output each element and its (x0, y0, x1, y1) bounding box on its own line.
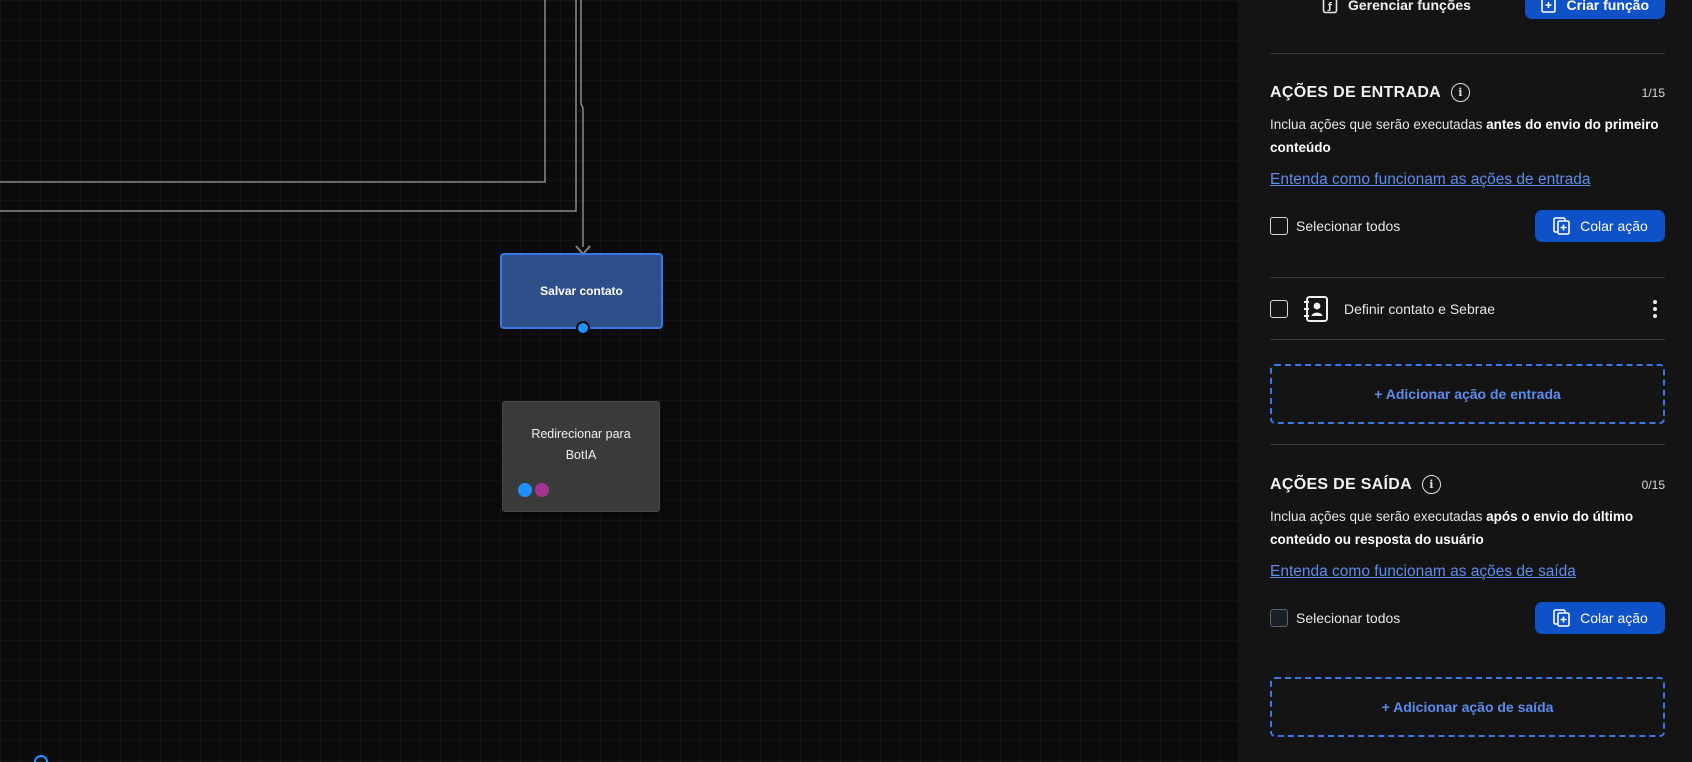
node-output-handle[interactable] (576, 321, 590, 335)
exit-actions-description: Inclua ações que serão executadas após o… (1270, 505, 1665, 551)
action-item-checkbox[interactable] (1270, 300, 1288, 318)
exit-select-all-checkbox[interactable] (1270, 609, 1288, 627)
exit-actions-header: AÇÕES DE SAÍDA i 0/15 (1270, 475, 1665, 494)
node-redirect-label-line1: Redirecionar para (531, 427, 631, 441)
paste-icon (1553, 217, 1570, 235)
action-item-label: Definir contato e Sebrae (1344, 301, 1495, 317)
edge-to-save-contact (580, 0, 584, 247)
exit-actions-count: 0/15 (1641, 477, 1665, 492)
entry-desc-prefix: Inclua ações que serão executadas (1270, 117, 1487, 132)
canvas-corner-handle[interactable] (34, 755, 48, 762)
divider (1270, 339, 1665, 340)
edge-inner-frame (0, 0, 577, 212)
svg-text:ƒ: ƒ (1327, 2, 1332, 12)
node-redirect-label-line2: BotIA (565, 448, 597, 462)
exit-actions-title: AÇÕES DE SAÍDA (1270, 475, 1412, 493)
blue-port-dot[interactable] (518, 483, 532, 497)
entry-select-all-checkbox[interactable] (1270, 217, 1288, 235)
node-save-contact[interactable]: Salvar contato (500, 253, 663, 335)
purple-port-dot[interactable] (535, 483, 549, 497)
entry-actions-count: 1/15 (1641, 85, 1665, 100)
create-function-button[interactable]: Criar função (1524, 0, 1665, 19)
exit-actions-help-link[interactable]: Entenda como funcionam as ações de saída (1270, 563, 1576, 581)
node-save-contact-label: Salvar contato (540, 284, 623, 298)
exit-select-all-label: Selecionar todos (1296, 610, 1401, 626)
divider (1270, 444, 1665, 445)
function-icon: ƒ (1322, 0, 1338, 14)
node-redirect-ports (518, 483, 549, 497)
divider (1270, 277, 1665, 278)
entry-actions-help-link[interactable]: Entenda como funcionam as ações de entra… (1270, 171, 1591, 189)
manage-functions-label: Gerenciar funções (1348, 0, 1471, 13)
actions-panel: ƒ Gerenciar funções Criar função AÇÕES D… (1238, 0, 1692, 762)
exit-select-row: Selecionar todos Colar ação (1270, 602, 1665, 634)
flow-canvas[interactable]: Salvar contato Redirecionar para BotIA (0, 0, 1238, 762)
exit-paste-action-label: Colar ação (1580, 610, 1648, 626)
info-icon[interactable]: i (1451, 83, 1471, 102)
entry-select-row: Selecionar todos Colar ação (1270, 210, 1665, 242)
entry-paste-action-button[interactable]: Colar ação (1535, 210, 1665, 242)
add-entry-action-label: + Adicionar ação de entrada (1374, 386, 1561, 402)
functions-toolbar: ƒ Gerenciar funções Criar função (1270, 0, 1665, 20)
add-exit-action-button[interactable]: + Adicionar ação de saída (1270, 677, 1665, 737)
flow-edges (0, 0, 591, 256)
entry-actions-description: Inclua ações que serão executadas antes … (1270, 113, 1665, 159)
entry-select-all[interactable]: Selecionar todos (1270, 217, 1400, 235)
exit-select-all[interactable]: Selecionar todos (1270, 609, 1400, 627)
edge-outer-frame (0, 0, 546, 183)
exit-desc-prefix: Inclua ações que serão executadas (1270, 509, 1487, 524)
node-redirect-botia[interactable]: Redirecionar para BotIA (502, 401, 660, 512)
more-options-icon[interactable] (1653, 300, 1657, 318)
entry-actions-title: AÇÕES DE ENTRADA (1270, 83, 1442, 101)
add-exit-action-label: + Adicionar ação de saída (1381, 699, 1554, 715)
manage-functions-button[interactable]: ƒ Gerenciar funções (1270, 0, 1471, 14)
entry-select-all-label: Selecionar todos (1296, 218, 1401, 234)
entry-action-item[interactable]: Definir contato e Sebrae (1270, 295, 1665, 323)
exit-paste-action-button[interactable]: Colar ação (1535, 602, 1665, 634)
create-function-label: Criar função (1566, 0, 1649, 13)
entry-paste-action-label: Colar ação (1580, 218, 1648, 234)
add-entry-action-button[interactable]: + Adicionar ação de entrada (1270, 364, 1665, 424)
add-file-icon (1540, 0, 1556, 13)
paste-icon (1553, 609, 1570, 627)
entry-actions-header: AÇÕES DE ENTRADA i 1/15 (1270, 83, 1665, 102)
info-icon[interactable]: i (1422, 475, 1441, 494)
contact-book-icon (1304, 296, 1328, 322)
divider (1270, 53, 1665, 54)
